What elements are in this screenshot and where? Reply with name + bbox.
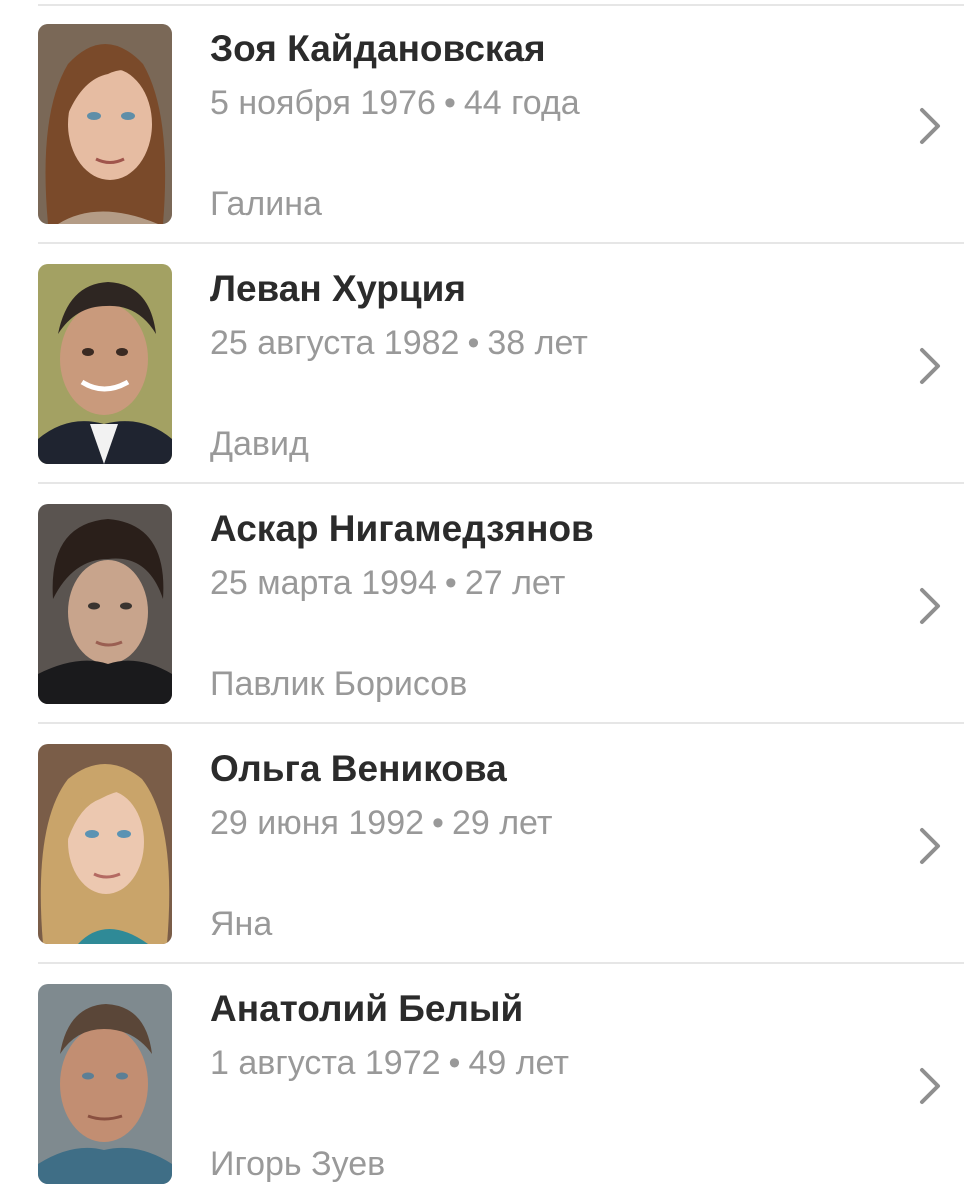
chevron-right-icon	[912, 824, 948, 868]
birth-date: 1 августа 1972	[210, 1044, 441, 1082]
actor-name: Леван Хурция	[210, 268, 466, 309]
cast-list: Зоя Кайдановская 5 ноября 1976 • 44 года Г…	[0, 0, 964, 1200]
actor-role: Игорь Зуев	[210, 1145, 386, 1183]
actor-birth-info: 29 июня 1992 • 29 лет	[210, 804, 552, 843]
birth-date: 5 ноября 1976	[210, 84, 436, 122]
birth-date: 29 июня 1992	[210, 804, 425, 842]
age: 27 лет	[464, 564, 566, 602]
actor-birth-info: 25 марта 1994 • 27 лет	[210, 564, 565, 603]
separator-dot: •	[432, 804, 444, 842]
age: 38 лет	[487, 324, 588, 362]
chevron-right-icon	[912, 1064, 948, 1108]
cast-row-2[interactable]: Леван Хурция 25 августа 1982 • 38 лет Дави…	[0, 244, 964, 484]
separator-dot: •	[448, 1044, 461, 1082]
age: 49 лет	[468, 1044, 569, 1082]
cast-row-3[interactable]: Аскар Нигамедзянов 25 марта 1994 • 27 лет …	[0, 484, 964, 724]
age: 44 года	[463, 84, 580, 122]
actor-photo	[38, 504, 172, 704]
actor-role: Павлик Борисов	[210, 665, 468, 703]
chevron-right-icon	[912, 344, 948, 388]
separator-dot: •	[467, 324, 480, 362]
actor-role: Галина	[210, 185, 322, 223]
actor-birth-info: 25 августа 1982 • 38 лет	[210, 324, 588, 363]
actor-name: Анатолий Белый	[210, 988, 524, 1029]
chevron-right-icon	[912, 104, 948, 148]
actor-name: Аскар Нигамедзянов	[210, 508, 594, 549]
actor-birth-info: 5 ноября 1976 • 44 года	[210, 84, 580, 123]
actor-name: Ольга Веникова	[210, 748, 507, 789]
chevron-right-icon	[912, 584, 948, 628]
actor-photo	[38, 984, 172, 1184]
separator-dot: •	[444, 564, 457, 602]
separator-dot: •	[443, 84, 456, 122]
age: 29 лет	[451, 804, 553, 842]
actor-role: Яна	[210, 905, 273, 943]
actor-photo	[38, 744, 172, 944]
actor-name: Зоя Кайдановская	[210, 28, 546, 69]
actor-birth-info: 1 августа 1972 • 49 лет	[210, 1044, 569, 1083]
birth-date: 25 марта 1994	[210, 564, 437, 602]
birth-date: 25 августа 1982	[210, 324, 460, 362]
actor-photo	[38, 24, 172, 224]
cast-row-1[interactable]: Зоя Кайдановская 5 ноября 1976 • 44 года Г…	[0, 4, 964, 244]
actor-role: Давид	[210, 425, 309, 463]
cast-row-5[interactable]: Анатолий Белый 1 августа 1972 • 49 лет Иго…	[0, 964, 964, 1204]
actor-photo	[38, 264, 172, 464]
cast-row-4[interactable]: Ольга Веникова 29 июня 1992 • 29 лет Яна	[0, 724, 964, 964]
